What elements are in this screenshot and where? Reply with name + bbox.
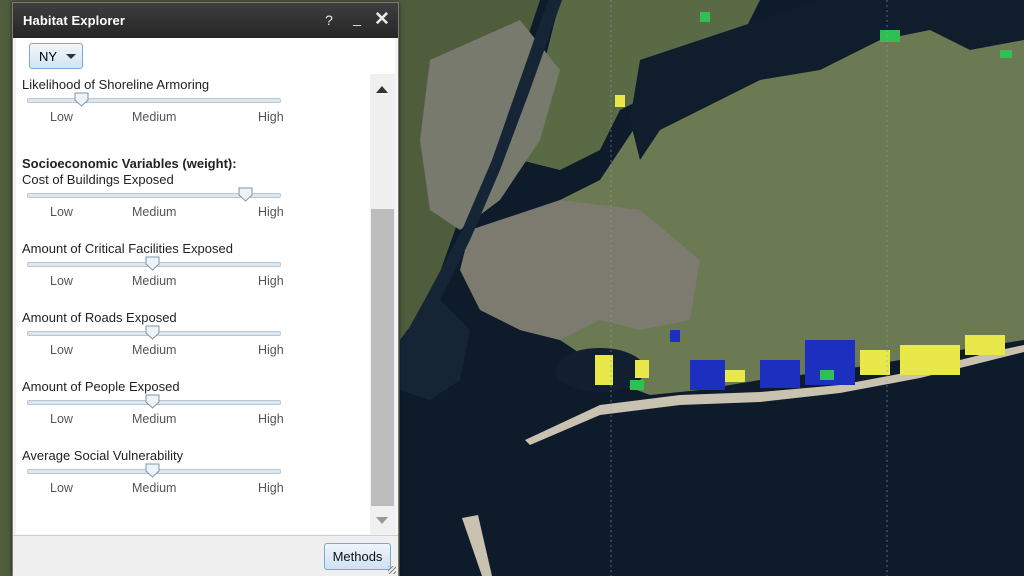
panel-titlebar[interactable]: Habitat Explorer ? _ ✕ xyxy=(13,3,398,38)
state-dropdown-value: NY xyxy=(39,49,58,64)
slider-label: Likelihood of Shoreline Armoring xyxy=(22,77,210,92)
methods-button[interactable]: Methods xyxy=(324,543,391,570)
tick-low: Low xyxy=(50,343,73,357)
slider-thumb[interactable] xyxy=(145,463,160,478)
scroll-up-icon[interactable] xyxy=(376,86,388,93)
slider-row: Cost of Buildings Exposed Low Medium High xyxy=(16,169,366,229)
resize-grip-icon[interactable] xyxy=(388,566,396,574)
panel-body: NY Likelihood of Shoreline Armoring Low Me… xyxy=(16,38,395,534)
slider-label: Average Social Vulnerability xyxy=(22,448,184,463)
slider-track[interactable] xyxy=(27,98,281,103)
tick-high: High xyxy=(258,343,284,357)
minimize-button[interactable]: _ xyxy=(346,9,368,31)
tick-low: Low xyxy=(50,412,73,426)
slider-thumb[interactable] xyxy=(238,187,253,202)
socioeconomic-heading: Socioeconomic Variables (weight): xyxy=(22,156,237,171)
panel-title: Habitat Explorer xyxy=(23,13,126,28)
slider-label: Cost of Buildings Exposed xyxy=(22,172,174,187)
scrollbar-thumb[interactable] xyxy=(371,209,394,506)
tick-medium: Medium xyxy=(132,412,177,426)
tick-high: High xyxy=(258,205,284,219)
slider-row: Amount of People Exposed Low Medium High xyxy=(16,376,366,436)
tick-high: High xyxy=(258,274,284,288)
habitat-explorer-panel: Habitat Explorer ? _ ✕ NY Likelihood of … xyxy=(12,2,399,576)
slider-row: Likelihood of Shoreline Armoring Low Mediu… xyxy=(16,74,366,134)
tick-high: High xyxy=(258,412,284,426)
slider-label: Amount of People Exposed xyxy=(22,379,180,394)
tick-high: High xyxy=(258,481,284,495)
slider-thumb[interactable] xyxy=(145,256,160,271)
tick-low: Low xyxy=(50,481,73,495)
tick-low: Low xyxy=(50,110,73,124)
scrollbar[interactable] xyxy=(370,74,395,534)
tick-low: Low xyxy=(50,274,73,288)
chevron-down-icon xyxy=(66,54,76,59)
tick-medium: Medium xyxy=(132,110,177,124)
slider-label: Amount of Critical Facilities Exposed xyxy=(22,241,233,256)
state-dropdown[interactable]: NY xyxy=(29,43,83,69)
tick-medium: Medium xyxy=(132,481,177,495)
slider-label: Amount of Roads Exposed xyxy=(22,310,177,325)
slider-row: Average Social Vulnerability Low Medium Hig… xyxy=(16,445,366,505)
tick-high: High xyxy=(258,110,284,124)
slider-list: Likelihood of Shoreline Armoring Low Mediu… xyxy=(16,74,366,534)
slider-thumb[interactable] xyxy=(145,325,160,340)
slider-row: Amount of Roads Exposed Low Medium High xyxy=(16,307,366,367)
close-button[interactable]: ✕ xyxy=(371,9,393,31)
scroll-down-icon[interactable] xyxy=(376,517,388,524)
slider-row: Amount of Critical Facilities Exposed Low… xyxy=(16,238,366,298)
tick-low: Low xyxy=(50,205,73,219)
tick-medium: Medium xyxy=(132,274,177,288)
slider-thumb[interactable] xyxy=(145,394,160,409)
slider-thumb[interactable] xyxy=(74,92,89,107)
tick-medium: Medium xyxy=(132,343,177,357)
tick-medium: Medium xyxy=(132,205,177,219)
help-button[interactable]: ? xyxy=(318,9,340,31)
panel-footer: Methods xyxy=(13,535,398,576)
